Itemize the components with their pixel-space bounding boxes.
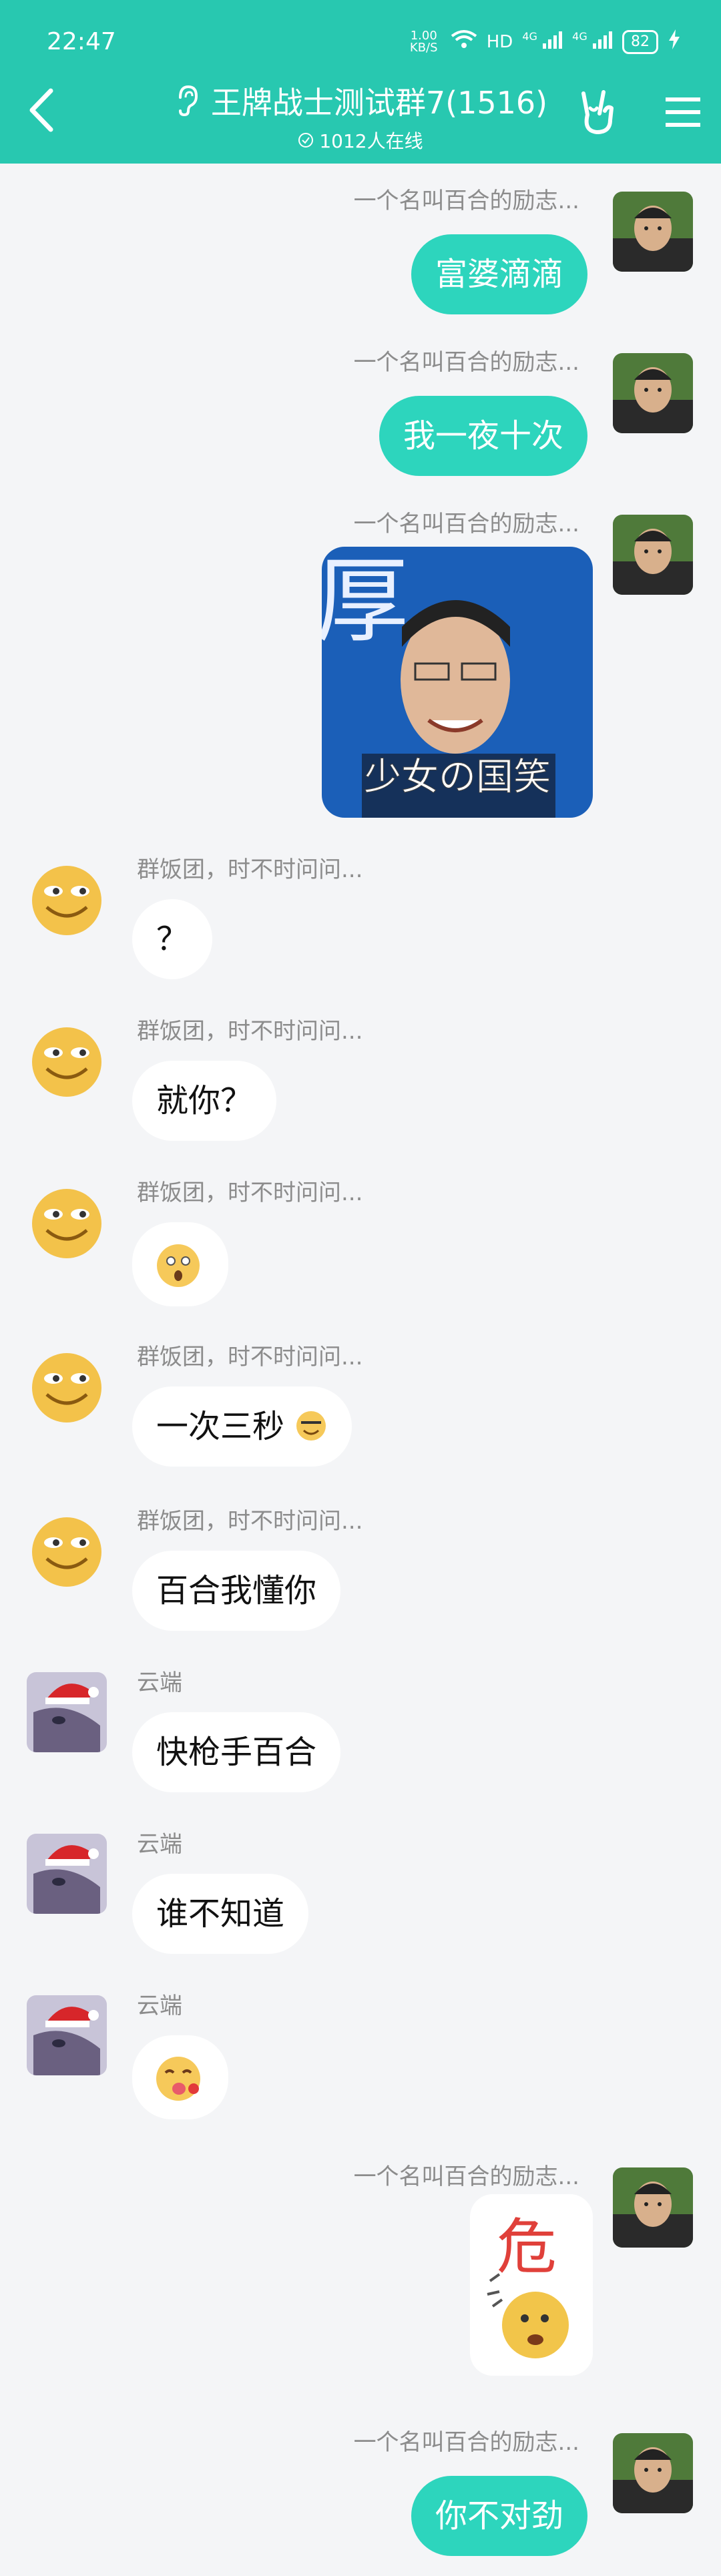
avatar[interactable] <box>613 192 693 272</box>
status-icons: 1.00 KB/S HD 4G 4G 82 <box>407 29 681 54</box>
meme-image[interactable]: 厚 少女の国笑 <box>322 547 593 818</box>
avatar[interactable] <box>613 2433 693 2513</box>
sender-name: 群饭团，时不时问问... <box>137 1344 363 1370</box>
wifi-icon <box>451 29 477 54</box>
message-bubble[interactable]: 一次三秒 <box>132 1386 352 1467</box>
rock-hand-icon[interactable] <box>574 88 621 136</box>
sender-name: 一个名叫百合的励志... <box>353 349 579 376</box>
sender-name: 云端 <box>137 1993 182 2019</box>
message-bubble[interactable] <box>132 1222 228 1306</box>
message-bubble[interactable]: 快枪手百合 <box>132 1712 341 1792</box>
meme-caption: 少女の国笑 <box>364 756 551 800</box>
sender-name: 群饭团，时不时问问... <box>137 856 363 883</box>
message-left: 群饭团，时不时问问... 百合我懂你 <box>0 1497 721 1631</box>
message-bubble[interactable]: 百合我懂你 <box>132 1551 341 1631</box>
status-time: 22:47 <box>47 28 116 55</box>
message-bubble[interactable]: 谁不知道 <box>132 1874 309 1954</box>
message-left: 群饭团，时不时问问... ？ <box>0 846 721 979</box>
hd-label: HD <box>486 31 513 52</box>
tongue-emoji-icon <box>156 2057 200 2101</box>
avatar-smirk[interactable] <box>27 859 107 939</box>
stunned-emoji-icon <box>157 1244 200 1287</box>
ear-icon[interactable] <box>174 84 200 117</box>
svg-text:厚: 厚 <box>322 547 409 656</box>
message-right: 一个名叫百合的励志... 你不对劲 <box>0 2418 721 2556</box>
avatar-smirk[interactable] <box>27 1182 107 1262</box>
message-text: 一次三秒 <box>156 1408 285 1445</box>
signal-icon-2: 4G <box>572 30 613 53</box>
message-right: 一个名叫百合的励志... 厚 少女の国笑 <box>0 500 721 820</box>
top-bar: 22:47 1.00 KB/S HD 4G 4G 82 王牌战士测试群7(151… <box>0 0 721 164</box>
online-check-icon <box>298 133 314 148</box>
message-left: 云端 快枪手百合 <box>0 1659 721 1792</box>
message-bubble[interactable]: 就你？ <box>132 1061 277 1141</box>
sender-name: 一个名叫百合的励志... <box>353 188 579 214</box>
message-left: 群饭团，时不时问问... <box>0 1169 721 1316</box>
avatar-smirk[interactable] <box>27 1021 107 1101</box>
svg-text:危: 危 <box>497 2212 557 2282</box>
message-bubble[interactable] <box>132 2035 228 2119</box>
message-bubble[interactable]: 我一夜十次 <box>379 396 587 476</box>
charging-icon <box>668 29 681 54</box>
message-bubble[interactable]: 你不对劲 <box>411 2476 587 2556</box>
cool-smile-emoji-icon <box>296 1411 326 1441</box>
sender-name: 群饭团，时不时问问... <box>137 1180 363 1206</box>
sender-name: 群饭团，时不时问问... <box>137 1508 363 1535</box>
message-bubble[interactable]: 富婆滴滴 <box>411 234 587 314</box>
message-bubble[interactable]: ？ <box>132 899 213 979</box>
menu-icon[interactable] <box>664 95 702 130</box>
sender-name: 一个名叫百合的励志... <box>353 2429 579 2456</box>
sender-name: 一个名叫百合的励志... <box>353 511 579 537</box>
avatar-santa[interactable] <box>27 1834 107 1914</box>
message-left: 群饭团，时不时问问... 就你？ <box>0 1007 721 1141</box>
avatar-santa[interactable] <box>27 1672 107 1752</box>
avatar-santa[interactable] <box>27 1995 107 2075</box>
signal-icon-1: 4G <box>522 30 563 53</box>
sender-name: 云端 <box>137 1831 182 1858</box>
network-speed: 1.00 KB/S <box>409 28 438 55</box>
online-count: 1012人在线 <box>319 130 423 152</box>
avatar[interactable] <box>613 353 693 433</box>
avatar[interactable] <box>613 2167 693 2248</box>
sender-name: 群饭团，时不时问问... <box>137 1018 363 1045</box>
message-left: 群饭团，时不时问问... 一次三秒 <box>0 1333 721 1467</box>
group-title: 王牌战士测试群7(1516) <box>210 85 548 121</box>
avatar[interactable] <box>613 515 693 595</box>
message-left: 云端 <box>0 1982 721 2129</box>
danger-sticker[interactable]: 危 <box>470 2194 593 2376</box>
message-right: 一个名叫百合的励志... 我一夜十次 <box>0 338 721 476</box>
chat-area[interactable]: 一个名叫百合的励志... 富婆滴滴 一个名叫百合的励志... 我一夜十次 一个名… <box>0 164 721 2576</box>
message-right: 一个名叫百合的励志... 富婆滴滴 <box>0 177 721 314</box>
avatar-smirk[interactable] <box>27 1346 107 1427</box>
battery-indicator: 82 <box>622 29 658 54</box>
message-right: 一个名叫百合的励志... 危 <box>0 2153 721 2393</box>
message-left: 云端 谁不知道 <box>0 1820 721 1954</box>
avatar-smirk[interactable] <box>27 1511 107 1591</box>
sender-name: 云端 <box>137 1669 182 1696</box>
sender-name: 一个名叫百合的励志... <box>353 2163 579 2190</box>
